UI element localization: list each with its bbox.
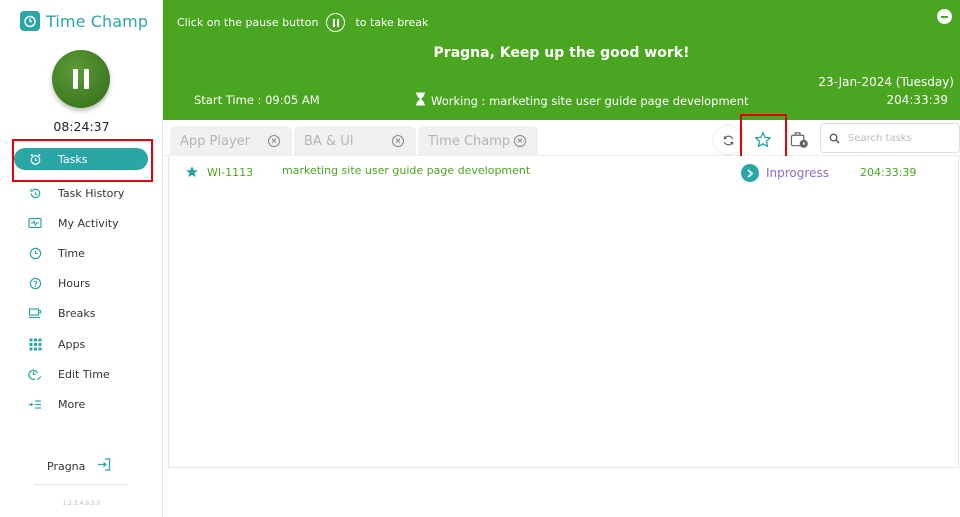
task-status: Inprogress [766,166,829,180]
header-banner: Click on the pause button to take break … [163,0,960,120]
tab-label: BA & UI [304,133,354,149]
clock-icon [28,246,42,260]
edit-time-icon [28,367,42,381]
project-tabs-bar: App Player × BA & UI × Time Champ × [163,120,960,156]
sidebar-item-label: Breaks [58,307,96,321]
app-version: 1.2.3.4.9.5.0 [62,500,101,507]
sidebar-item-hours[interactable]: Hours [14,269,148,299]
pause-circle-icon[interactable] [326,13,346,32]
more-list-icon [28,397,42,411]
sidebar-item-edit-time[interactable]: Edit Time [14,359,148,389]
search-box [820,123,960,153]
stopwatch-logo-icon [20,11,40,31]
sidebar-item-my-activity[interactable]: My Activity [14,208,148,238]
sidebar-item-label: Hours [58,277,91,291]
sidebar-nav: Tasks Task History My Activity Time Hour… [14,148,148,420]
pause-button[interactable] [52,50,110,108]
tab-time-champ[interactable]: Time Champ × [418,126,538,156]
close-tab-icon[interactable]: × [392,135,404,147]
sidebar-item-label: My Activity [58,216,119,230]
chevron-right-icon[interactable] [741,164,759,182]
app-name: Time Champ [46,11,149,31]
user-profile: Pragna [47,458,111,474]
task-list: WI-1113 marketing site user guide page d… [168,156,959,468]
refresh-icon [723,135,733,145]
sidebar-item-label: More [58,397,86,411]
greeting-message: Pragna, Keep up the good work! [433,45,690,61]
tab-label: App Player [180,133,250,149]
history-icon [28,186,42,200]
logout-icon[interactable] [97,458,111,474]
working-status: Working : marketing site user guide page… [415,92,749,109]
tab-label: Time Champ [428,133,511,149]
sidebar-item-apps[interactable]: Apps [14,329,148,359]
close-tab-icon[interactable]: × [268,135,280,147]
sidebar: Time Champ 08:24:37 Tasks Task History M… [0,0,163,517]
break-hint-prefix: Click on the pause button [177,16,319,29]
current-date: 23-Jan-2024 (Tuesday) [818,75,954,89]
sidebar-item-label: Edit Time [58,367,110,381]
pause-icon-bar-left [73,69,78,89]
sidebar-item-task-history[interactable]: Task History [14,178,148,208]
highlight-box-tasks [12,139,153,182]
break-hint: Click on the pause button to take break [177,13,428,32]
task-name: marketing site user guide page developme… [282,164,531,177]
task-id: WI-1113 [207,166,254,179]
tab-ba-ui[interactable]: BA & UI × [294,126,416,156]
minimize-button[interactable] [937,9,952,24]
refresh-button[interactable] [714,126,742,154]
coffee-cup-icon [28,307,42,321]
user-name: Pragna [47,459,86,473]
pause-icon-bar-right [84,69,89,89]
sidebar-item-breaks[interactable]: Breaks [14,299,148,329]
total-time: 204:33:39 [886,93,948,107]
search-input[interactable] [848,132,948,144]
briefcase-clock-icon [790,132,808,148]
grid-apps-icon [28,337,42,351]
tab-app-player[interactable]: App Player × [170,126,292,156]
session-timer: 08:24:37 [53,119,110,134]
app-logo: Time Champ [20,11,148,31]
search-icon [829,133,840,144]
sidebar-item-more[interactable]: More [14,389,148,419]
activity-icon [28,216,42,230]
divider [34,484,128,485]
sidebar-item-label: Task History [58,186,125,200]
close-tab-icon[interactable]: × [514,135,526,147]
minus-icon [941,15,948,18]
sidebar-item-label: Time [58,246,85,260]
table-row[interactable]: WI-1113 marketing site user guide page d… [169,156,958,188]
hourglass-icon [415,92,426,109]
star-filled-icon[interactable] [185,164,199,183]
start-time: Start Time : 09:05 AM [194,93,320,107]
time-champ-app: Time Champ 08:24:37 Tasks Task History M… [0,0,960,517]
task-duration: 204:33:39 [860,166,917,179]
task-schedule-button[interactable] [786,126,812,154]
break-hint-suffix: to take break [355,16,429,29]
working-task: Working : marketing site user guide page… [431,93,749,108]
hours-icon [28,277,42,291]
highlight-box-star [740,114,787,158]
sidebar-item-time[interactable]: Time [14,238,148,268]
sidebar-item-label: Apps [58,337,86,351]
